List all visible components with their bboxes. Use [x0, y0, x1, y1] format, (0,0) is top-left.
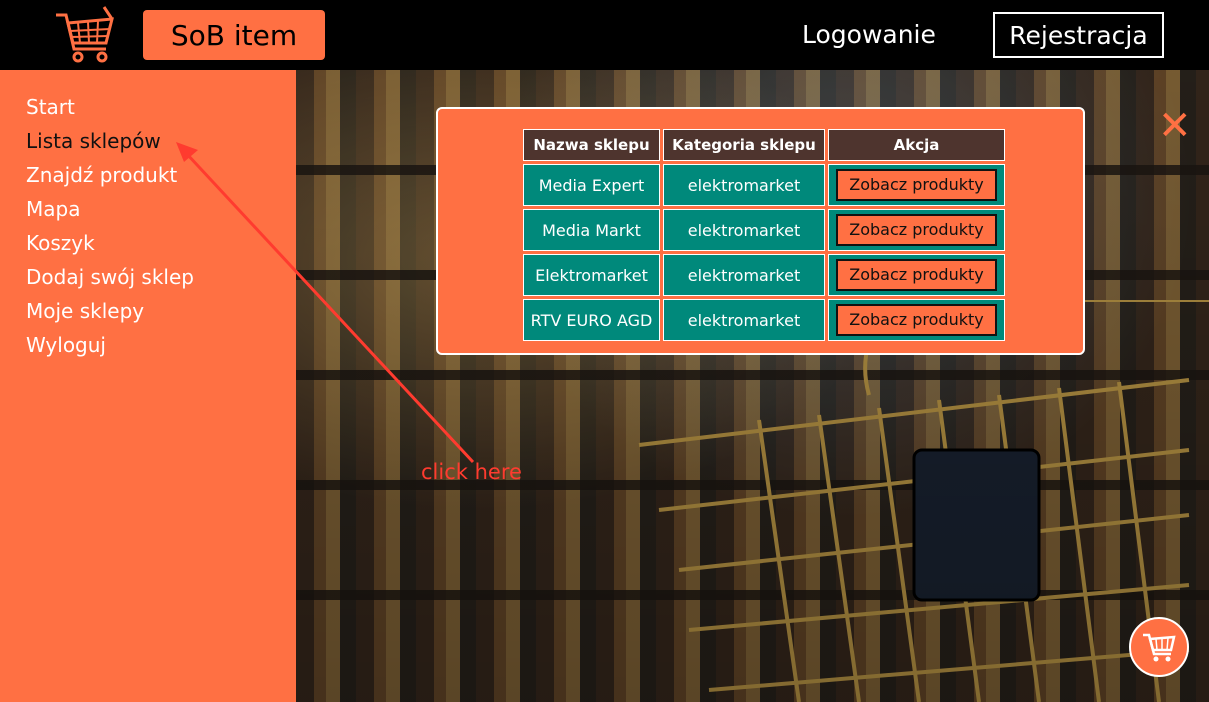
annotation-label: click here [421, 460, 522, 484]
shopping-cart-icon [1143, 633, 1176, 662]
sidebar-item-map[interactable]: Mapa [26, 196, 194, 230]
shop-name: Elektromarket [523, 254, 660, 296]
sidebar-menu: Start Lista sklepów Znajdź produkt Mapa … [26, 94, 194, 366]
column-header-name: Nazwa sklepu [523, 129, 660, 161]
sidebar-item-shop-list[interactable]: Lista sklepów [26, 128, 194, 162]
shop-category: elektromarket [663, 254, 825, 296]
shop-name: RTV EURO AGD [523, 299, 660, 341]
shop-category: elektromarket [663, 164, 825, 206]
shop-name: Media Expert [523, 164, 660, 206]
shop-list-modal: Nazwa sklepu Kategoria sklepu Akcja Medi… [436, 107, 1085, 355]
shop-category: elektromarket [663, 209, 825, 251]
floating-cart-button[interactable] [1129, 617, 1189, 677]
sidebar-item-my-shops[interactable]: Moje sklepy [26, 298, 194, 332]
shop-table: Nazwa sklepu Kategoria sklepu Akcja Medi… [520, 126, 1008, 344]
shopping-cart-illustration [638, 300, 1209, 702]
view-products-button[interactable]: Zobacz produkty [836, 169, 997, 201]
table-row: RTV EURO AGD elektromarket Zobacz produk… [523, 299, 1005, 341]
shop-name: Media Markt [523, 209, 660, 251]
sidebar-item-add-shop[interactable]: Dodaj swój sklep [26, 264, 194, 298]
sidebar-item-start[interactable]: Start [26, 94, 194, 128]
action-cell: Zobacz produkty [828, 299, 1005, 341]
shop-category: elektromarket [663, 299, 825, 341]
view-products-button[interactable]: Zobacz produkty [836, 259, 997, 291]
sidebar: Start Lista sklepów Znajdź produkt Mapa … [0, 70, 296, 702]
column-header-action: Akcja [828, 129, 1005, 161]
action-cell: Zobacz produkty [828, 164, 1005, 206]
table-row: Elektromarket elektromarket Zobacz produ… [523, 254, 1005, 296]
view-products-button[interactable]: Zobacz produkty [836, 304, 997, 336]
sidebar-item-find-product[interactable]: Znajdź produkt [26, 162, 194, 196]
login-link[interactable]: Logowanie [802, 18, 936, 52]
action-cell: Zobacz produkty [828, 209, 1005, 251]
brand-button[interactable]: SoB item [143, 10, 325, 60]
sidebar-item-cart[interactable]: Koszyk [26, 230, 194, 264]
top-bar: SoB item Logowanie Rejestracja [0, 0, 1209, 70]
sidebar-item-logout[interactable]: Wyloguj [26, 332, 194, 366]
action-cell: Zobacz produkty [828, 254, 1005, 296]
table-header-row: Nazwa sklepu Kategoria sklepu Akcja [523, 129, 1005, 161]
shopping-cart-icon[interactable] [54, 5, 116, 65]
table-row: Media Expert elektromarket Zobacz produk… [523, 164, 1005, 206]
table-row: Media Markt elektromarket Zobacz produkt… [523, 209, 1005, 251]
register-button[interactable]: Rejestracja [993, 12, 1164, 58]
close-icon[interactable]: ✕ [1158, 106, 1192, 146]
view-products-button[interactable]: Zobacz produkty [836, 214, 997, 246]
column-header-category: Kategoria sklepu [663, 129, 825, 161]
